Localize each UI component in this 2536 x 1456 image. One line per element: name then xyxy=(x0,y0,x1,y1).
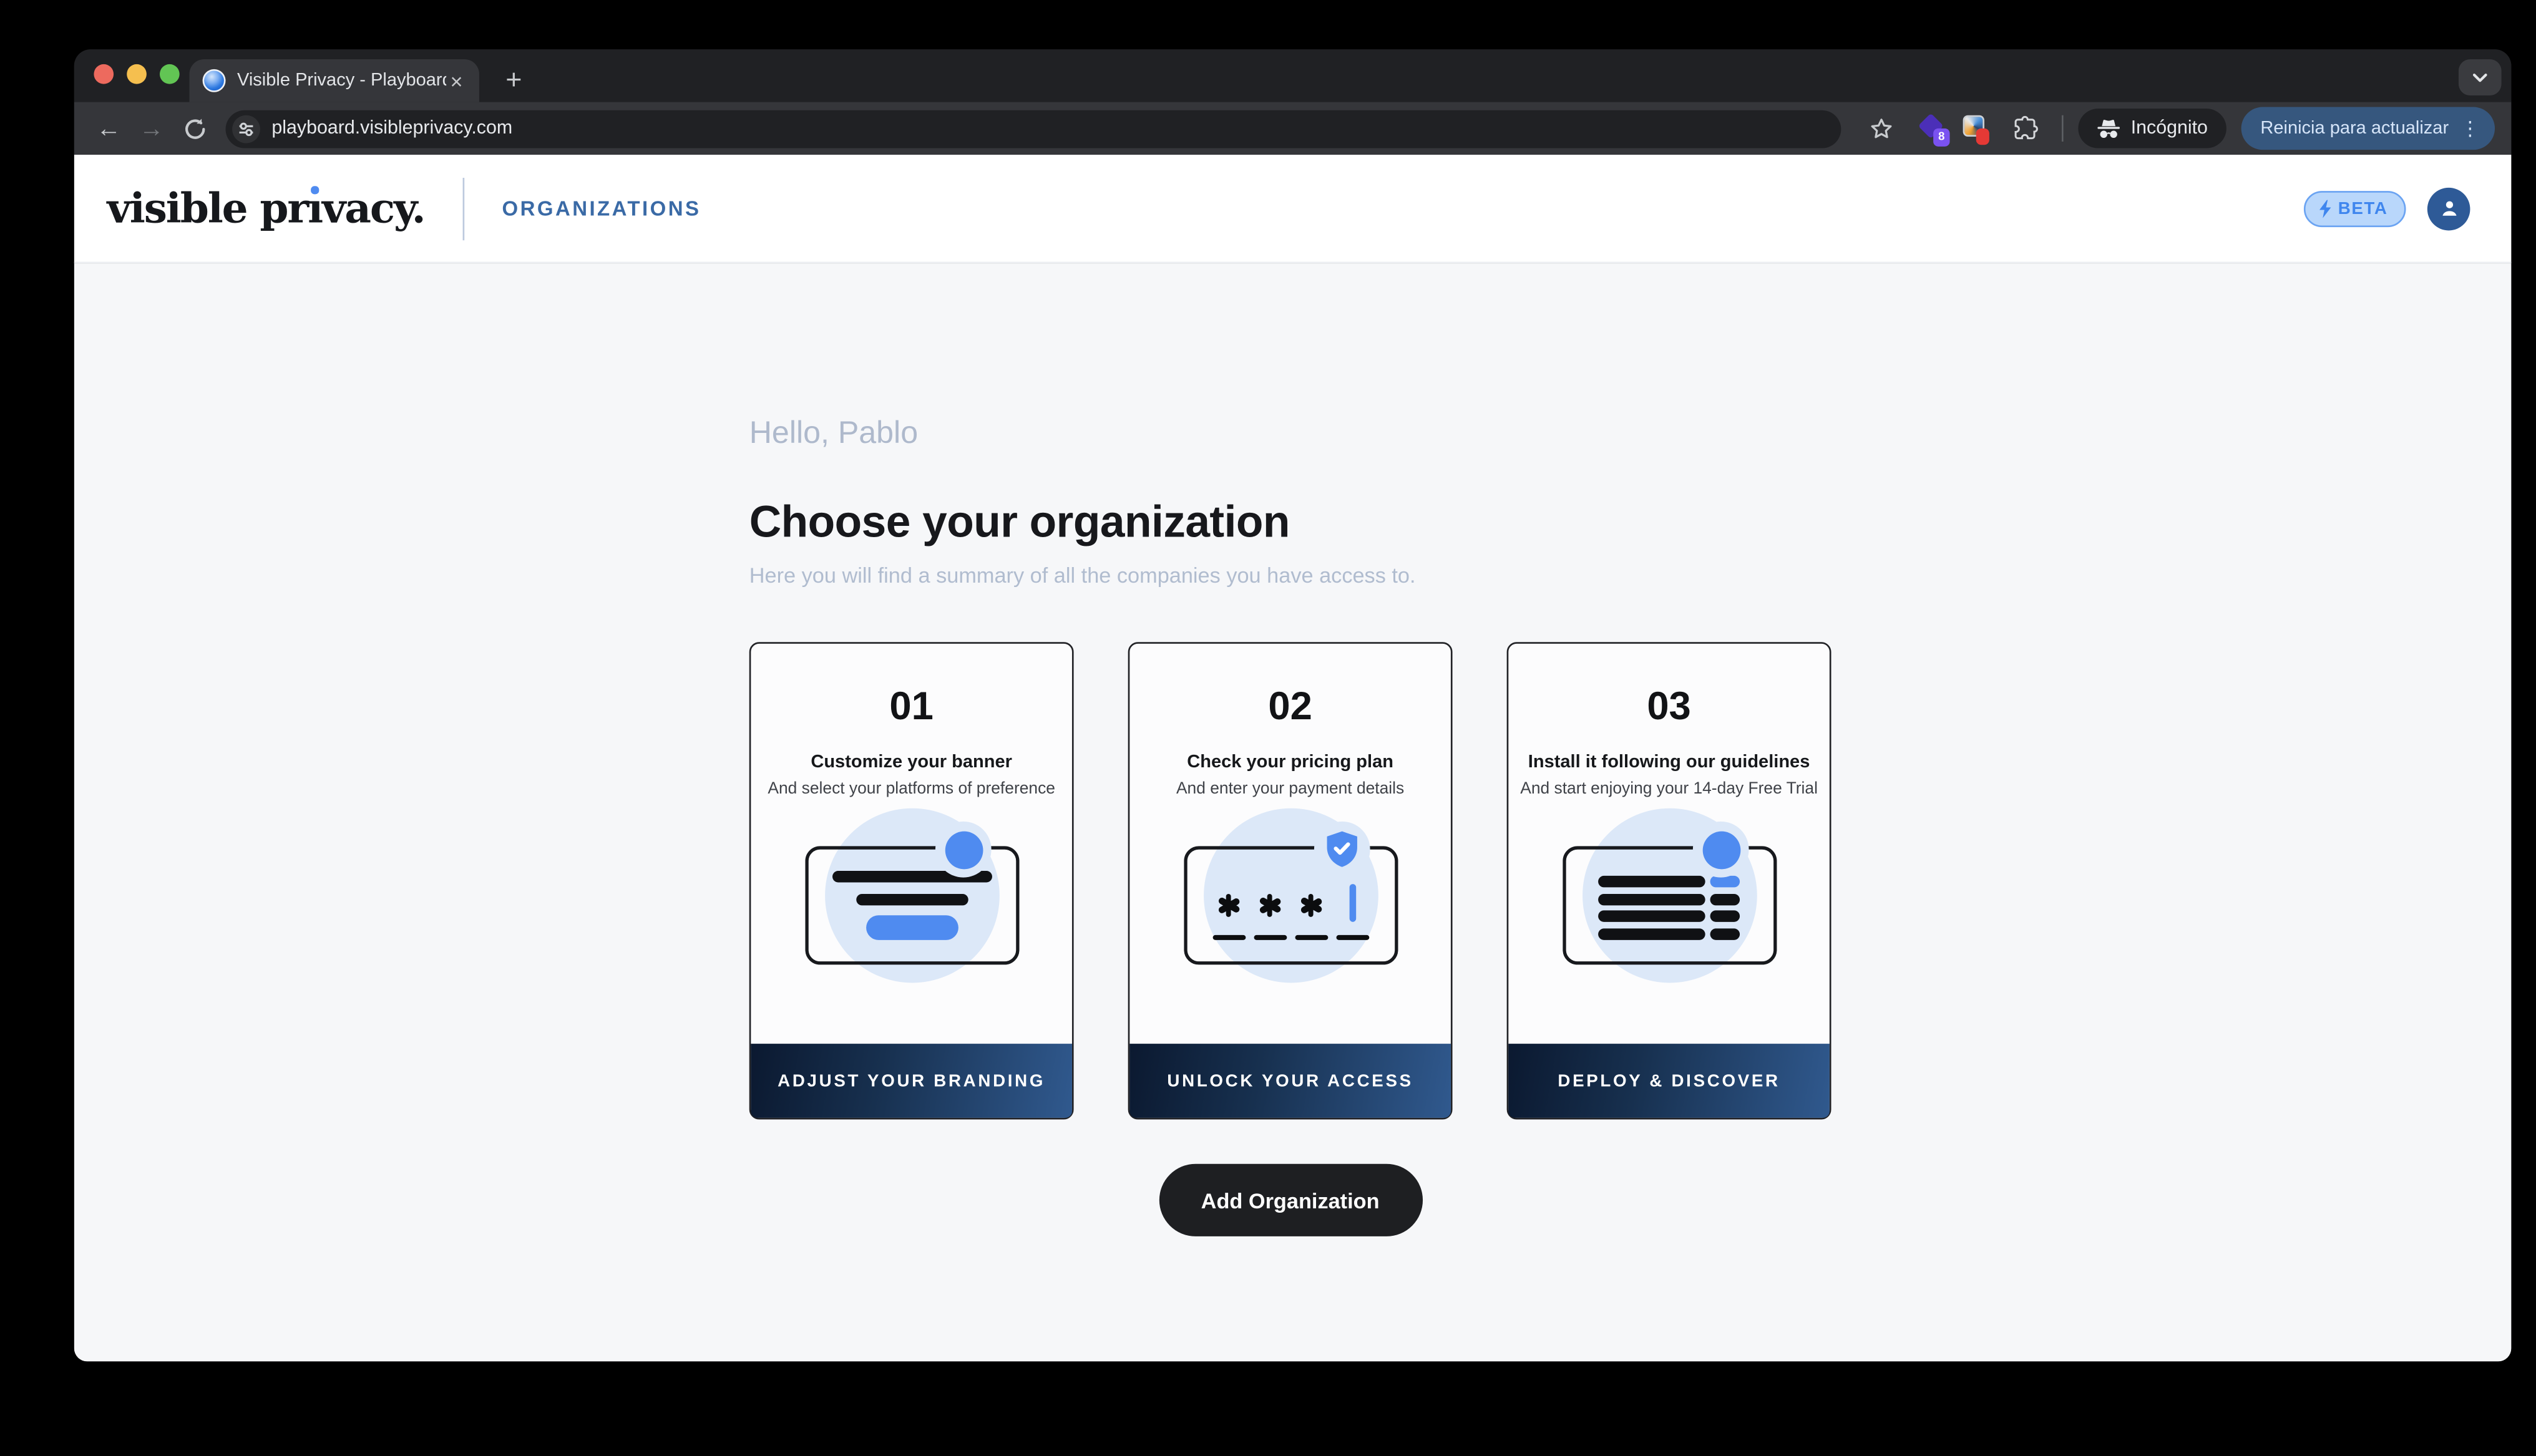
window-controls xyxy=(94,64,179,84)
browser-toolbar: ← → playboard.visibleprivacy.com xyxy=(74,102,2512,155)
step-subtitle: And enter your payment details xyxy=(1129,779,1451,800)
reload-button[interactable] xyxy=(173,107,216,150)
shield-check-icon xyxy=(1324,828,1360,871)
visible-privacy-logo[interactable]: visible prıvacy. xyxy=(107,188,425,229)
browser-window: Visible Privacy - Playboard × + ← → xyxy=(74,49,2512,1361)
header-right: BETA xyxy=(2303,187,2470,230)
desktop-background: Visible Privacy - Playboard × + ← → xyxy=(0,0,2536,1456)
extension-icon-purple[interactable]: 8 xyxy=(1918,114,1946,142)
zoom-window-button[interactable] xyxy=(160,64,180,84)
close-tab-icon[interactable]: × xyxy=(447,70,466,91)
step-card-branding[interactable]: 01 Customize your banner And select your… xyxy=(749,642,1074,1119)
extensions-puzzle-icon[interactable] xyxy=(2004,107,2047,150)
beta-label: BETA xyxy=(2338,198,2388,218)
tab-title: Visible Privacy - Playboard xyxy=(237,70,447,90)
guidelines-frame xyxy=(1562,846,1776,964)
page-title: Choose your organization xyxy=(749,494,2512,550)
extension-icon-colorful[interactable] xyxy=(1961,114,1989,142)
url-text[interactable]: playboard.visibleprivacy.com xyxy=(271,119,512,138)
tab-search-button[interactable] xyxy=(2459,59,2502,95)
reload-icon xyxy=(182,116,207,141)
minimize-window-button[interactable] xyxy=(127,64,147,84)
site-favicon xyxy=(203,69,226,92)
step-card-deploy[interactable]: 03 Install it following our guidelines A… xyxy=(1507,642,1831,1119)
close-window-button[interactable] xyxy=(94,64,114,84)
incognito-label: Incógnito xyxy=(2131,119,2208,138)
forward-button[interactable]: → xyxy=(130,107,173,150)
extension-badge: 8 xyxy=(1933,128,1949,146)
blue-dot-icon xyxy=(944,830,982,868)
step-number: 03 xyxy=(1508,686,1830,729)
password-frame xyxy=(1183,846,1397,964)
incognito-indicator: Incógnito xyxy=(2078,109,2226,148)
step-card-access[interactable]: 02 Check your pricing plan And enter you… xyxy=(1128,642,1453,1119)
add-organization-button[interactable]: Add Organization xyxy=(1159,1164,1422,1236)
step-subtitle: And start enjoying your 14-day Free Tria… xyxy=(1508,779,1830,800)
blue-dot-icon xyxy=(1702,830,1740,868)
lightning-bolt-icon xyxy=(2316,198,2333,218)
step-title: Customize your banner xyxy=(751,750,1072,774)
banner-line xyxy=(856,894,967,905)
step-footer-label: UNLOCK YOUR ACCESS xyxy=(1129,1044,1451,1118)
kebab-menu-icon[interactable]: ⋮ xyxy=(2460,119,2480,138)
step-number: 01 xyxy=(751,686,1072,729)
step-title: Install it following our guidelines xyxy=(1508,750,1830,774)
relaunch-update-label: Reinicia para actualizar xyxy=(2260,119,2449,138)
address-bar[interactable]: playboard.visibleprivacy.com xyxy=(226,109,1841,147)
nav-organizations[interactable]: ORGANIZATIONS xyxy=(502,197,701,220)
page-subtitle: Here you will find a summary of all the … xyxy=(749,561,2512,591)
greeting-text: Hello, Pablo xyxy=(749,415,2512,454)
account-avatar-button[interactable] xyxy=(2427,187,2470,230)
site-header: visible prıvacy. ORGANIZATIONS BETA xyxy=(74,155,2512,263)
new-tab-button[interactable]: + xyxy=(495,62,532,99)
site-settings-icon[interactable] xyxy=(232,114,260,142)
step-footer-label: DEPLOY & DISCOVER xyxy=(1508,1044,1830,1118)
cards-row: 01 Customize your banner And select your… xyxy=(749,642,1831,1119)
tab-strip: Visible Privacy - Playboard × + xyxy=(74,49,2512,102)
step-subtitle: And select your platforms of preference xyxy=(751,779,1072,800)
tab-visible-privacy[interactable]: Visible Privacy - Playboard × xyxy=(189,59,479,102)
organization-steps: 01 Customize your banner And select your… xyxy=(749,642,1831,1236)
toolbar-right-cluster: 8 xyxy=(1861,107,2495,150)
incognito-icon xyxy=(2096,118,2121,139)
toolbar-separator xyxy=(2062,115,2064,142)
person-icon xyxy=(2436,196,2461,221)
relaunch-update-button[interactable]: Reinicia para actualizar ⋮ xyxy=(2241,107,2495,150)
chevron-down-icon xyxy=(2470,67,2490,87)
text-cursor-shape xyxy=(1348,884,1355,922)
banner-button-shape xyxy=(866,915,958,940)
beta-badge: BETA xyxy=(2303,190,2406,226)
step-footer-label: ADJUST YOUR BRANDING xyxy=(751,1044,1072,1118)
header-divider xyxy=(462,177,464,240)
bookmark-star-icon[interactable] xyxy=(1861,107,1904,150)
step-title: Check your pricing plan xyxy=(1129,750,1451,774)
back-button[interactable]: ← xyxy=(87,107,130,150)
step-number: 02 xyxy=(1129,686,1451,729)
page-content: Hello, Pablo Choose your organization He… xyxy=(74,263,2512,1361)
banner-frame xyxy=(804,846,1018,964)
